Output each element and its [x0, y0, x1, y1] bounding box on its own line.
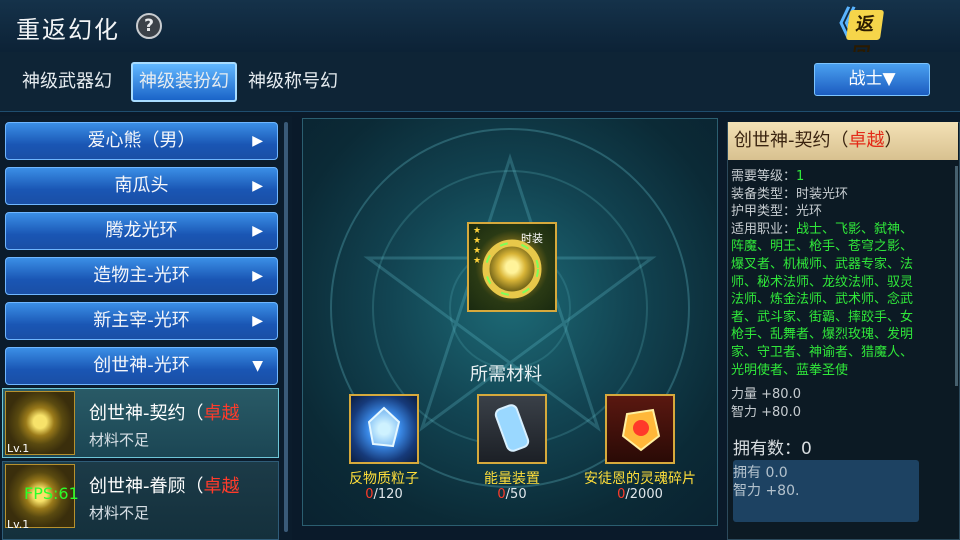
detail-properties: 需要等级：1 装备类型：时装光环 护甲类型：光环 适用职业：战士、飞影、弑神、 …: [731, 168, 945, 421]
tab-title-transmog[interactable]: 神级称号幻: [242, 62, 344, 102]
item-level: Lv.1: [7, 518, 30, 531]
owned-count: 拥有数：0: [733, 439, 812, 459]
item-name: 创世神-眷顾（卓越: [89, 476, 240, 497]
ghost-text: 拥有 0.0: [733, 465, 788, 481]
category-label: 造物主-光环: [93, 265, 190, 286]
category-label: 南瓜头: [114, 175, 169, 196]
prop-jobs-line: 爆叉者、机械师、武器专家、法: [731, 256, 914, 272]
prop-jobs-line: 阵魔、明王、枪手、苍穹之影、: [731, 239, 914, 255]
tab-weapon-transmog[interactable]: 神级武器幻: [16, 62, 118, 102]
category-label: 腾龙光环: [105, 220, 178, 241]
ghost-text: 智力 +80.: [733, 483, 800, 499]
item-status: 材料不足: [89, 431, 150, 449]
detail-grade-tag: 卓越: [848, 130, 885, 151]
chevron-right-icon: ▶: [252, 313, 263, 329]
soul-shard-icon[interactable]: [605, 394, 675, 464]
prop-jobs-line: 枪手、乱舞者、爆烈玫瑰、发明: [731, 327, 914, 343]
prop-jobs-line: 法师、炼金法师、武术师、念武: [731, 292, 914, 308]
item-grade-tag: 卓越: [203, 476, 240, 497]
detail-scrollbar[interactable]: [955, 166, 958, 386]
stat-strength: 力量 +80.0: [731, 387, 801, 403]
prop-jobs-line: 师、秘术法师、龙纹法师、驭灵: [731, 274, 914, 290]
prop-jobs-line: 光明使者、蓝拳圣使: [731, 362, 849, 378]
crystal-icon[interactable]: [349, 394, 419, 464]
fps-counter: FPS:61: [24, 484, 79, 503]
tab-costume-transmog[interactable]: 神级装扮幻: [131, 62, 237, 102]
back-arrow-icon[interactable]: 《: [822, 6, 856, 44]
canister-icon[interactable]: [477, 394, 547, 464]
category-new-overlord-halo[interactable]: 新主宰-光环 ▶: [5, 302, 278, 340]
item-grade-tag: 卓越: [203, 403, 240, 424]
detail-title: 创世神-契约（卓越）: [728, 122, 958, 160]
category-label: 新主宰-光环: [93, 310, 190, 331]
prop-jobs-line: 家、守卫者、神谕者、猎魔人、: [731, 344, 914, 360]
action-button[interactable]: 拥有 0.0 智力 +80.: [733, 460, 919, 522]
list-item[interactable]: Lv.1 创世神-契约（卓越 材料不足: [2, 388, 279, 458]
canister-glyph: [494, 404, 530, 452]
material-quantity: 0/50: [497, 487, 527, 502]
crystal-glyph: [367, 406, 401, 448]
soul-shard-glyph: [621, 408, 661, 452]
material-quantity: 0/120: [365, 487, 403, 502]
materials-title: 所需材料: [470, 364, 542, 385]
chevron-right-icon: ▶: [252, 223, 263, 239]
prop-equip-type: 装备类型：时装光环: [731, 186, 849, 202]
page-title: 重返幻化: [16, 16, 120, 44]
halo-ring-icon: [482, 239, 542, 299]
prop-armor-type: 护甲类型：光环: [731, 204, 823, 220]
back-button[interactable]: 返回: [845, 10, 885, 65]
material-name: 安徒恩的灵魂碎片: [584, 471, 696, 487]
category-pumpkin-head[interactable]: 南瓜头 ▶: [5, 167, 278, 205]
chevron-right-icon: ▶: [252, 178, 263, 194]
prop-jobs: 适用职业：战士、飞影、弑神、: [731, 221, 914, 237]
material-name: 能量装置: [484, 471, 540, 487]
category-dragon-halo[interactable]: 腾龙光环 ▶: [5, 212, 278, 250]
list-scrollbar[interactable]: [284, 122, 288, 532]
category-love-bear[interactable]: 爱心熊（男） ▶: [5, 122, 278, 160]
item-status: 材料不足: [89, 504, 150, 522]
material-quantity: 0/2000: [617, 487, 663, 502]
item-level: Lv.1: [7, 442, 30, 455]
prop-required-level: 需要等级：1: [731, 169, 805, 184]
category-genesis-halo[interactable]: 创世神-光环 ▼: [5, 347, 278, 385]
chevron-right-icon: ▶: [252, 133, 263, 149]
question-icon[interactable]: ?: [136, 13, 162, 39]
category-label: 爱心熊（男）: [87, 130, 196, 151]
item-name: 创世神-契约（卓越: [89, 403, 240, 424]
material-name: 反物质粒子: [349, 471, 419, 487]
prop-jobs-line: 者、武斗家、街霸、摔跤手、女: [731, 309, 914, 325]
category-label: 创世神-光环: [93, 355, 190, 376]
selected-halo-icon[interactable]: ★★★★ 时装: [467, 222, 557, 312]
chevron-right-icon: ▶: [252, 268, 263, 284]
class-dropdown[interactable]: 战士▼: [814, 63, 930, 96]
stat-intelligence: 智力 +80.0: [731, 404, 801, 420]
category-creator-halo[interactable]: 造物主-光环 ▶: [5, 257, 278, 295]
chevron-down-icon: ▼: [252, 358, 263, 374]
